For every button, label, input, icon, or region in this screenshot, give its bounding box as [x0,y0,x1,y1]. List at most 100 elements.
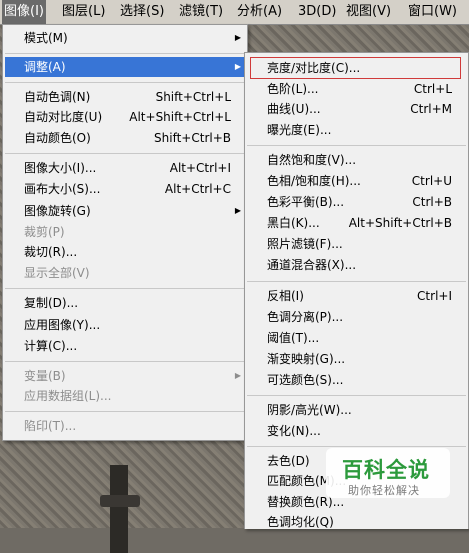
menu-item-equalize[interactable]: 色调均化(Q) [247,512,466,532]
menu-item-label: 模式(M) [24,31,68,45]
menu-item-canvas-size[interactable]: 画布大小(S)... Alt+Ctrl+C [5,179,245,199]
menu-item-threshold[interactable]: 阈值(T)... [247,328,466,348]
menu-item-brightness-contrast[interactable]: 亮度/对比度(C)... [247,58,466,78]
menu-separator [5,53,245,54]
menu-item-label: 黑白(K)... [267,216,320,230]
menu-item-hue-saturation[interactable]: 色相/饱和度(H)... Ctrl+U [247,171,466,191]
menubar-view[interactable]: 视图(V) [344,0,393,24]
menu-item-mode[interactable]: 模式(M) ▶ [5,28,245,48]
photo-post [110,465,128,553]
menu-item-auto-color[interactable]: 自动颜色(O) Shift+Ctrl+B [5,128,245,148]
menu-item-label: 变化(N)... [267,424,321,438]
menu-item-color-balance[interactable]: 色彩平衡(B)... Ctrl+B [247,192,466,212]
menu-item-invert[interactable]: 反相(I) Ctrl+I [247,286,466,306]
menu-item-label: 裁切(R)... [24,245,78,259]
submenu-arrow-icon: ▶ [234,371,241,380]
menu-item-trim[interactable]: 裁切(R)... [5,242,245,262]
menu-separator [247,395,466,396]
menu-item-black-white[interactable]: 黑白(K)... Alt+Shift+Ctrl+B [247,213,466,233]
menu-item-label: 色调分离(P)... [267,310,344,324]
menu-item-auto-contrast[interactable]: 自动对比度(U) Alt+Shift+Ctrl+L [5,107,245,127]
menu-item-label: 可选颜色(S)... [267,373,344,387]
watermark-subtitle: 助你轻松解决 [348,484,420,497]
menu-item-label: 反相(I) [267,289,304,303]
photo-post-base [100,495,140,507]
menu-item-label: 曲线(U)... [267,102,321,116]
menu-item-label: 计算(C)... [24,339,78,353]
menu-item-duplicate[interactable]: 复制(D)... [5,293,245,313]
menu-item-image-size[interactable]: 图像大小(I)... Alt+Ctrl+I [5,158,245,178]
menu-item-label: 复制(D)... [24,296,79,310]
menu-item-label: 图像大小(I)... [24,161,97,175]
menu-item-label: 色相/饱和度(H)... [267,174,361,188]
menu-item-label: 渐变映射(G)... [267,352,346,366]
image-menu: 模式(M) ▶ 调整(A) ▶ 自动色调(N) Shift+Ctrl+L 自动对… [2,24,248,441]
menu-item-label: 变量(B) [24,369,66,383]
menu-item-label: 自动对比度(U) [24,110,103,124]
menu-item-label: 通道混合器(X)... [267,258,357,272]
menu-item-shortcut: Alt+Ctrl+I [169,161,231,175]
menu-item-image-rotation[interactable]: 图像旋转(G) ▶ [5,201,245,221]
menu-item-channel-mixer[interactable]: 通道混合器(X)... [247,255,466,275]
menubar-image[interactable]: 图像(I) [2,0,46,24]
menu-item-label: 图像旋转(G) [24,204,91,218]
menu-item-gradient-map[interactable]: 渐变映射(G)... [247,349,466,369]
menu-item-label: 色阶(L)... [267,82,319,96]
watermark: 百科全说 助你轻松解决 [326,446,466,504]
menubar-layer[interactable]: 图层(L) [60,0,107,24]
menubar-window[interactable]: 窗口(W) [406,0,459,24]
menu-item-shortcut: Shift+Ctrl+B [154,131,231,145]
menu-item-adjust[interactable]: 调整(A) ▶ [5,57,245,77]
menubar-filter[interactable]: 滤镜(T) [177,0,225,24]
menu-item-shortcut: Alt+Shift+Ctrl+L [129,110,231,124]
menu-item-photo-filter[interactable]: 照片滤镜(F)... [247,234,466,254]
menu-separator [5,411,245,412]
menubar-3d[interactable]: 3D(D) [296,0,338,24]
menu-item-label: 陷印(T)... [24,419,77,433]
menubar-analysis[interactable]: 分析(A) [235,0,284,24]
menu-item-reveal-all: 显示全部(V) [5,263,245,283]
menu-item-label: 应用数据组(L)... [24,389,112,403]
menu-item-shortcut: Ctrl+B [412,195,452,209]
menu-item-label: 裁剪(P) [24,225,65,239]
submenu-arrow-icon: ▶ [234,206,241,215]
menu-item-label: 画布大小(S)... [24,182,101,196]
menu-item-variations[interactable]: 变化(N)... [247,421,466,441]
menu-separator [247,281,466,282]
menu-item-shortcut: Shift+Ctrl+L [155,90,231,104]
menu-item-shortcut: Ctrl+M [410,102,452,116]
menubar-select[interactable]: 选择(S) [118,0,166,24]
menu-item-shadows-highlights[interactable]: 阴影/高光(W)... [247,400,466,420]
menu-bar: 图像(I) 图层(L) 选择(S) 滤镜(T) 分析(A) 3D(D) 视图(V… [0,0,469,25]
menu-item-exposure[interactable]: 曝光度(E)... [247,120,466,140]
menu-item-label: 色调均化(Q) [267,515,334,529]
menu-item-label: 色彩平衡(B)... [267,195,345,209]
menu-item-label: 调整(A) [24,60,66,74]
menu-item-posterize[interactable]: 色调分离(P)... [247,307,466,327]
menu-item-shortcut: Ctrl+U [411,174,452,188]
submenu-arrow-icon: ▶ [234,33,241,42]
menu-item-auto-tone[interactable]: 自动色调(N) Shift+Ctrl+L [5,87,245,107]
menu-separator [5,361,245,362]
menu-item-shortcut: Ctrl+L [413,82,452,96]
menu-item-trap: 陷印(T)... [5,416,245,436]
menu-item-label: 应用图像(Y)... [24,318,101,332]
menu-item-selective-color[interactable]: 可选颜色(S)... [247,370,466,390]
submenu-arrow-icon: ▶ [234,62,241,71]
menu-item-apply-data-set: 应用数据组(L)... [5,386,245,406]
menu-item-label: 亮度/对比度(C)... [267,61,361,75]
menu-item-label: 自然饱和度(V)... [267,153,357,167]
menu-item-shortcut: Ctrl+I [417,289,452,303]
menu-item-label: 照片滤镜(F)... [267,237,343,251]
menu-separator [247,145,466,146]
menu-item-curves[interactable]: 曲线(U)... Ctrl+M [247,99,466,119]
menu-item-calculations[interactable]: 计算(C)... [5,336,245,356]
menu-item-label: 显示全部(V) [24,266,90,280]
menu-item-apply-image[interactable]: 应用图像(Y)... [5,315,245,335]
menu-separator [5,288,245,289]
menu-item-crop: 裁剪(P) [5,222,245,242]
menu-item-vibrance[interactable]: 自然饱和度(V)... [247,150,466,170]
menu-item-shortcut: Alt+Shift+Ctrl+B [348,216,452,230]
menu-item-levels[interactable]: 色阶(L)... Ctrl+L [247,79,466,99]
menu-item-shortcut: Alt+Ctrl+C [164,182,231,196]
